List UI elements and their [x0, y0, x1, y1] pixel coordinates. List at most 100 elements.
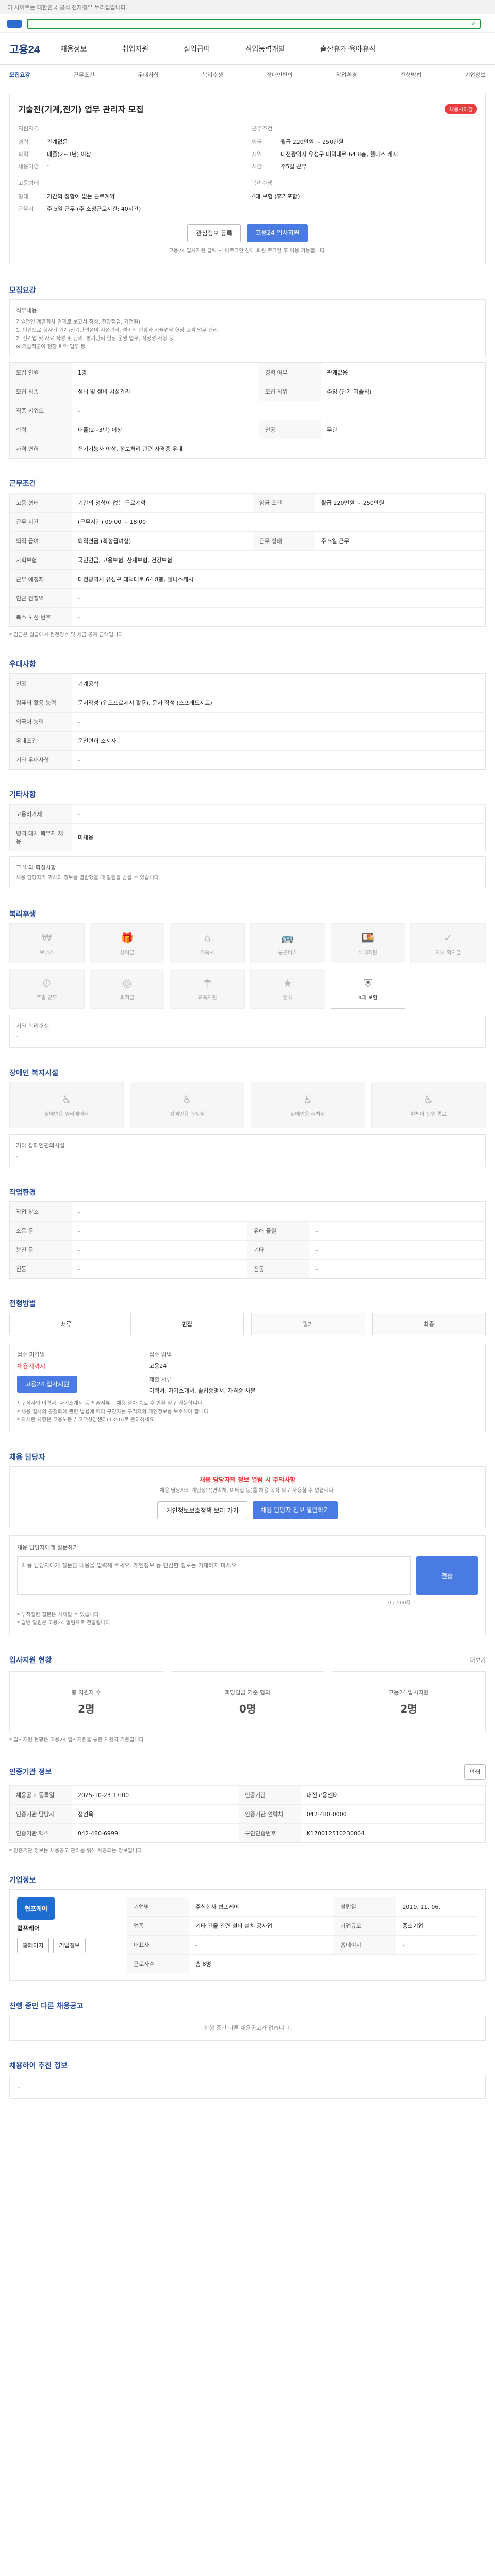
- section-condition-title: 근무조건: [9, 480, 36, 488]
- etc-text: 채용 담당자가 귀하의 정보를 열람했을 때 알림을 받을 수 있습니다.: [16, 875, 161, 881]
- disabled-tile: ♿ 장애인용 주차장: [251, 1082, 365, 1128]
- tab-recruit[interactable]: 모집요강: [9, 71, 30, 79]
- money-icon: ₩: [41, 931, 52, 944]
- section-process-title: 전형방법: [9, 1300, 36, 1308]
- brand-logo[interactable]: 고용24: [9, 41, 40, 56]
- contact-alert-title: 채용 담당자의 정보 열람 시 주의사항: [199, 1476, 296, 1483]
- org-header: 인증기관 정보 인쇄: [9, 1764, 486, 1780]
- table-row: 컴퓨터 활용 능력 문서작성 (워드프로세서 활용), 문서 작성 (스프레드시트…: [10, 693, 485, 713]
- check-icon: ✓: [443, 931, 453, 944]
- company-info-button[interactable]: 기업정보: [53, 1938, 86, 1953]
- menu-item-leave[interactable]: 출산휴가·육아휴직: [320, 44, 376, 54]
- benefit-grid: ₩ 보너스 🎁 상여금 ⌂ 기숙사 🚌 통근버스 🍱 식대지원 ✓ 자녀 학자금 ⏱ 주말 근…: [9, 923, 486, 1009]
- question-textarea[interactable]: [17, 1556, 411, 1595]
- recommended-empty: -: [9, 2075, 486, 2099]
- table-row: 인증기관 담당자 정선옥 인증기관 연락처 042-480-0000: [10, 1804, 485, 1824]
- job-summary-card: 기술전(기계,전기) 업무 관리자 모집 채용시마감 지원자격 경력 관계없음 학…: [9, 94, 486, 265]
- company-table: 기업명 주식회사 협프케어 설립일 2019. 11. 06. 업종 기타 건물…: [127, 1897, 478, 1973]
- disabled-etc: 기타 장애인편의시설 -: [9, 1134, 486, 1167]
- tab-disabled[interactable]: 장애인편의: [267, 71, 293, 79]
- tab-preference[interactable]: 우대사항: [138, 71, 159, 79]
- table-row: 분진 등 - 기타 -: [10, 1240, 485, 1260]
- tab-work-env[interactable]: 작업환경: [336, 71, 357, 79]
- view-contact-button[interactable]: 채용 담당자 정보 열람하기: [252, 1501, 338, 1519]
- condition-table: 고용 형태 기간의 정함이 없는 근로계약 임금 조건 월급 220만원 ~ 2…: [9, 493, 486, 627]
- pref-table: 전공 기계공학 컴퓨터 활용 능력 문서작성 (워드프로세서 활용), 문서 작성 …: [9, 673, 486, 770]
- menu-item-jobs[interactable]: 채용정보: [60, 44, 87, 54]
- step-written: 필기: [251, 1313, 365, 1335]
- table-row: 모집 직종 설비 및 설비 시설관리 모집 직위 주임 (단계 기술직): [10, 382, 485, 401]
- recruit-table: 모집 인원 1명 경력 여부 관계없음 모집 직종 설비 및 설비 시설관리 모…: [9, 362, 486, 459]
- process-note-1: * 채용 절차의 공정화에 관한 법률에 따라 구인자는 구직자의 개인정보를 …: [17, 1409, 210, 1415]
- condition-footnote: * 임금은 월급에서 원천징수 및 세금 공제 금액입니다.: [9, 632, 125, 638]
- summary-recruit: 지원자격 경력 관계없음 학력 대졸(2~3년) 이상 채용기간 -: [18, 124, 243, 171]
- apply-deadline-v: 채용시까지: [17, 1363, 46, 1370]
- table-row: 진동 - 진동 -: [10, 1259, 485, 1278]
- duty-line-1: 1. 인간으로 공사가 기계/전기관련설비 시설관리, 설비의 현장과 기술업무…: [16, 328, 218, 333]
- search-bar[interactable]: ⌕: [27, 18, 481, 29]
- gift-icon: 🎁: [121, 931, 134, 944]
- disabled-tile: ♿ 장애인용 엘리베이터: [9, 1082, 124, 1128]
- summary-career: 경력 관계없음: [18, 139, 68, 145]
- table-row: 병역 대체 복무자 채용 미채용: [10, 823, 485, 851]
- apply-right: 접수 방법 고용24 제출 서류 이력서, 자기소개서, 졸업증명서, 자격증 …: [149, 1350, 478, 1395]
- summary-benefit-value: 4대 보험 (휴가포함): [252, 193, 300, 200]
- company-home-button[interactable]: 홈페이지: [17, 1938, 50, 1953]
- apply-method-k: 접수 방법: [149, 1351, 172, 1358]
- tab-benefits[interactable]: 복리후생: [202, 71, 223, 79]
- table-row: 모집 인원 1명 경력 여부 관계없음: [10, 363, 485, 382]
- apply-button[interactable]: 고용24 입사지원: [247, 224, 308, 242]
- benefit-tile: ₩ 보너스: [9, 923, 85, 963]
- privacy-policy-button[interactable]: 개인정보보호정책 보러 가기: [157, 1501, 248, 1519]
- org-print-button[interactable]: 인쇄: [464, 1764, 486, 1780]
- scrap-button[interactable]: 관심정보 등록: [187, 224, 241, 242]
- question-send-wrap: 전송: [416, 1556, 478, 1606]
- section-work-env: 작업환경 작업 장소 - 소음 등 - 유해 물질 - 분진 등 - 기타 - 진동 - 진동 -: [9, 1187, 486, 1279]
- process-apply-button[interactable]: 고용24 입사지원: [17, 1376, 78, 1393]
- apply-deadline-k: 접수 마감일: [17, 1351, 45, 1358]
- table-row: 기타 우대사항 -: [10, 750, 485, 769]
- menu-item-employment-support[interactable]: 취업지원: [122, 44, 149, 54]
- summary-work-type: 형태 기간의 정함이 없는 근로계약: [18, 193, 115, 200]
- benefit-tile: ☂ 교육지원: [170, 969, 245, 1009]
- apply-grid: 접수 마감일 채용시까지 고용24 입사지원 접수 방법 고용24 제출 서류 …: [17, 1350, 478, 1395]
- summary-recruit-label: 지원자격: [18, 125, 39, 132]
- section-preference: 우대사항 전공 기계공학 컴퓨터 활용 능력 문서작성 (워드프로세서 활용), 문…: [9, 659, 486, 770]
- menu-item-training[interactable]: 직업능력개발: [245, 44, 285, 54]
- recruit-kv-table: 모집 인원 1명 경력 여부 관계없음 모집 직종 설비 및 설비 시설관리 모…: [10, 363, 485, 458]
- stats-card: 고용24 입사지원 2명: [332, 1671, 486, 1732]
- section-company: 기업정보 협프케어 협프케어 홈페이지 기업정보 기업명 주식회사 협프케어 설…: [9, 1875, 486, 1981]
- section-other-title: 기타사항: [9, 791, 36, 799]
- step-interview: 면접: [130, 1313, 244, 1335]
- section-org: 인증기관 정보 인쇄 채용공고 등록일 2025-10-23 17:00 인증기…: [9, 1764, 486, 1855]
- tab-company[interactable]: 기업정보: [465, 71, 485, 79]
- summary-period: 채용기간 -: [18, 162, 49, 170]
- search-icon[interactable]: ⌕: [472, 20, 475, 27]
- etc-title: 그 밖의 회정사항: [16, 864, 56, 871]
- summary-condition: 근무조건 임금 월급 220만원 ~ 250만원 지역 대전광역시 유성구 대덕대로…: [252, 124, 477, 171]
- table-row: 대표자 - 홈페이지 -: [127, 1935, 478, 1955]
- stats-card-value: 2명: [78, 1702, 95, 1715]
- section-condition: 근무조건 고용 형태 기간의 정함이 없는 근로계약 임금 조건 월급 220만…: [9, 478, 486, 639]
- company-box: 협프케어 협프케어 홈페이지 기업정보 기업명 주식회사 협프케어 설립일 20…: [9, 1889, 486, 1981]
- stats-card-label: 총 지원자 수: [71, 1689, 102, 1696]
- company-name: 협프케어: [17, 1925, 40, 1932]
- stats-header: 입사지원 현황 더보기: [9, 1655, 486, 1665]
- stats-card-label: 희망임금 기준 협의: [225, 1689, 270, 1696]
- table-row: 소음 등 - 유해 물질 -: [10, 1221, 485, 1241]
- table-row: 채용공고 등록일 2025-10-23 17:00 인증기관 대전고용센터: [10, 1785, 485, 1805]
- tab-condition[interactable]: 근무조건: [74, 71, 94, 79]
- benefit-tile: 🚌 통근버스: [250, 923, 325, 963]
- question-field-wrap: 0 / 500자: [17, 1556, 411, 1606]
- summary-note: 고용24 입사지원 클릭 시 비로그인 상태 회원 로그인 후 이용 가능합니다…: [169, 248, 326, 254]
- table-row: 근무 시간 (근무시간) 09:00 ~ 18:00: [10, 512, 485, 532]
- disabled-tile: ♿ 장애인용 화장실: [130, 1082, 244, 1128]
- contact-alert-box: 채용 담당자의 정보 열람 시 주의사항 채용 담당자의 개인정보(연락처, 이…: [9, 1466, 486, 1528]
- question-send-button[interactable]: 전송: [416, 1556, 478, 1595]
- summary-work: 고용형태 형태 기간의 정함이 없는 근로계약 근무지 주 5일 근무 (주 소정근…: [18, 179, 243, 213]
- section-work-env-title: 작업환경: [9, 1189, 36, 1197]
- stats-more-link[interactable]: 더보기: [470, 1656, 486, 1664]
- deadline-badge: 채용시마감: [445, 103, 477, 114]
- menu-item-unemployment[interactable]: 실업급여: [184, 44, 210, 54]
- tab-process[interactable]: 전형방법: [401, 71, 421, 79]
